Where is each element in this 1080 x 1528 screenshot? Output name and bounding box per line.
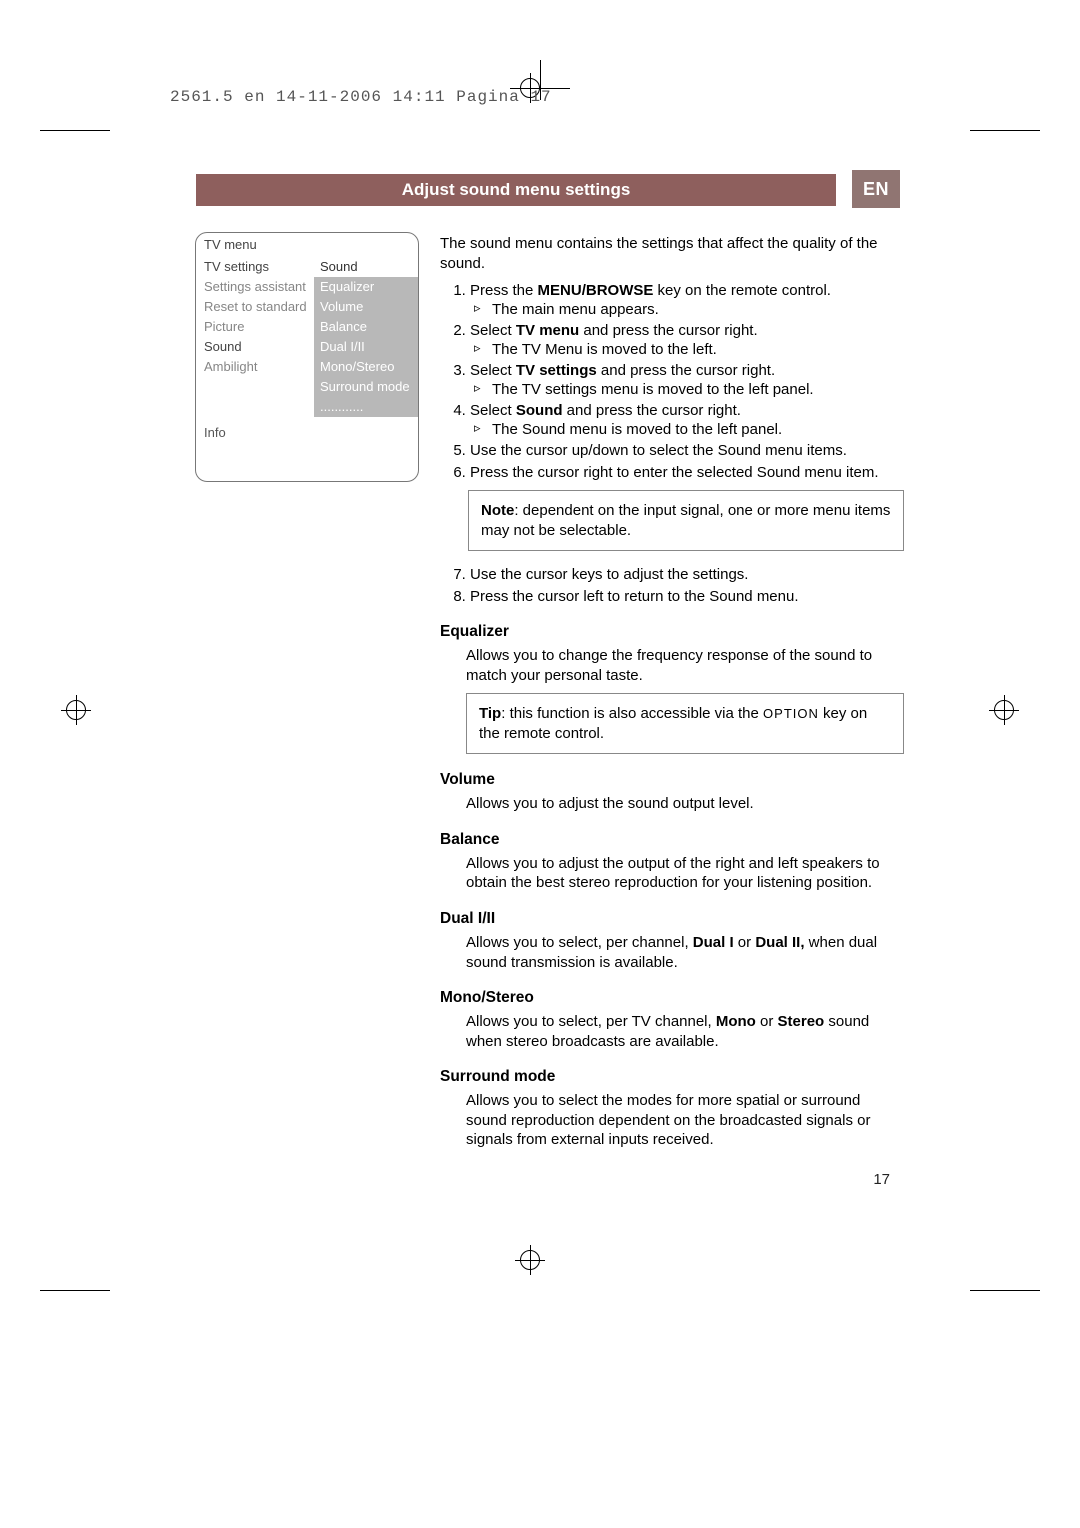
menu-right-item: Balance [314,317,418,337]
section-title: Adjust sound menu settings [196,174,836,206]
folio-header: 2561.5 en 14-11-2006 14:11 Pagina 17 [170,88,552,106]
section-heading: Mono/Stereo [440,988,904,1008]
menu-left-item: Settings assistant [196,277,314,297]
step: Press the cursor left to return to the S… [470,587,904,607]
step: Select Sound and press the cursor right.… [470,401,904,439]
note-box: Note: dependent on the input signal, one… [468,490,904,551]
register-mark [520,1250,540,1270]
instruction-list-2: Use the cursor keys to adjust the settin… [440,565,904,606]
step: Use the cursor up/down to select the Sou… [470,441,904,461]
menu-right-item: Dual I/II [314,337,418,357]
menu-right-item: Equalizer [314,277,418,297]
section-heading: Surround mode [440,1067,904,1087]
tv-menu-illustration: TV menu TV settings Sound Settings assis… [195,232,419,482]
crop-mark [40,130,110,131]
crop-mark [970,1290,1040,1291]
manual-page: 2561.5 en 14-11-2006 14:11 Pagina 17 Adj… [0,0,1080,1528]
step-result: The Sound menu is moved to the left pane… [470,420,904,440]
step: Press the cursor right to enter the sele… [470,463,904,483]
crop-mark [970,130,1040,131]
step-result: The TV Menu is moved to the left. [470,340,904,360]
menu-right-item: Surround mode [314,377,418,397]
step: Select TV menu and press the cursor righ… [470,321,904,359]
register-mark [994,700,1014,720]
register-mark [66,700,86,720]
menu-left-item: Ambilight [196,357,314,377]
menu-left-item: Reset to standard [196,297,314,317]
crop-mark [40,1290,110,1291]
body-column: The sound menu contains the settings tha… [440,234,904,1156]
section-body: Allows you to select, per TV channel, Mo… [440,1012,904,1051]
intro-text: The sound menu contains the settings tha… [440,234,904,273]
step: Press the MENU/BROWSE key on the remote … [470,281,904,319]
section-heading: Equalizer [440,622,904,642]
menu-left-item: Picture [196,317,314,337]
section-body: Allows you to change the frequency respo… [440,646,904,685]
section-heading: Volume [440,770,904,790]
menu-right-header: Sound [314,257,418,277]
menu-info: Info [196,417,418,481]
menu-left-item [196,397,314,417]
step: Use the cursor keys to adjust the settin… [470,565,904,585]
step: Select TV settings and press the cursor … [470,361,904,399]
section-body: Allows you to select the modes for more … [440,1091,904,1150]
section-heading: Dual I/II [440,909,904,929]
step-result: The TV settings menu is moved to the lef… [470,380,904,400]
menu-title: TV menu [196,233,418,257]
menu-right-item: Mono/Stereo [314,357,418,377]
section-body: Allows you to adjust the output of the r… [440,854,904,893]
menu-right-item: Volume [314,297,418,317]
instruction-list: Press the MENU/BROWSE key on the remote … [440,281,904,482]
menu-left-item [196,377,314,397]
tip-box: Tip: this function is also accessible vi… [466,693,904,754]
language-tab: EN [852,170,900,208]
section-body: Allows you to select, per channel, Dual … [440,933,904,972]
section-body: Allows you to adjust the sound output le… [440,794,904,814]
menu-left-item: Sound [196,337,314,357]
section-heading: Balance [440,830,904,850]
page-number: 17 [873,1171,890,1188]
menu-left-item: TV settings [196,257,314,277]
step-result: The main menu appears. [470,300,904,320]
menu-right-item: ............ [314,397,418,417]
